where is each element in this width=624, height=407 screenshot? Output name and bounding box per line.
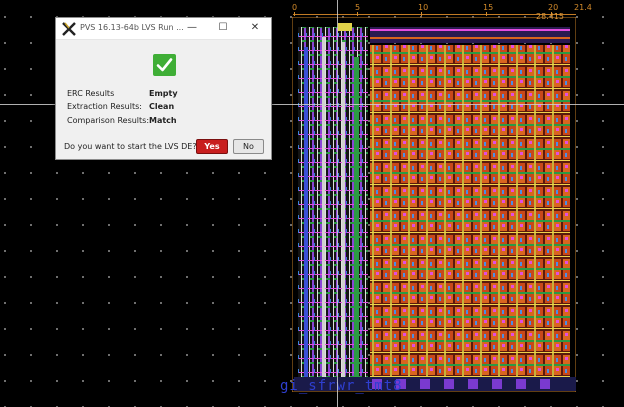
crosshair-vertical — [337, 0, 338, 407]
ruler-label: 10 — [418, 3, 429, 12]
yes-button[interactable]: Yes — [196, 139, 228, 154]
ruler-tick — [421, 12, 422, 16]
minimize-button[interactable]: — — [185, 22, 199, 34]
ruler-tick — [294, 12, 295, 16]
ruler-tick — [486, 12, 487, 16]
ruler-label: 5 — [355, 3, 361, 12]
success-check-icon — [153, 54, 176, 76]
start-debug-question: Do you want to start the LVS DE? — [64, 142, 197, 151]
layout-view[interactable] — [292, 17, 576, 392]
erc-results-value: Empty — [149, 89, 178, 98]
ruler-label: 15 — [483, 3, 494, 12]
lvs-result-dialog[interactable]: PVS 16.13-64b LVS Run ... — ☐ ✕ ERC Resu… — [55, 17, 272, 160]
dialog-titlebar[interactable]: PVS 16.13-64b LVS Run ... — ☐ ✕ — [56, 18, 271, 40]
ruler-line — [293, 14, 576, 15]
no-button[interactable]: No — [233, 139, 264, 154]
ruler-label: 21.4 — [574, 3, 592, 12]
erc-results-label: ERC Results — [67, 89, 115, 98]
comparison-results-value: Match — [149, 116, 177, 125]
ruler-label: 20 — [548, 3, 559, 12]
comparison-results-label: Comparison Results: — [67, 116, 150, 125]
extraction-results-value: Clean — [149, 102, 175, 111]
layout-label: gi_sfrwr_tmt8 — [280, 378, 403, 394]
pvs-logo-icon — [62, 21, 76, 36]
ruler-tick — [357, 12, 358, 16]
ruler-label: 0 — [292, 3, 298, 12]
extraction-results-label: Extraction Results: — [67, 102, 142, 111]
dialog-title: PVS 16.13-64b LVS Run ... — [80, 23, 184, 32]
maximize-button[interactable]: ☐ — [216, 22, 230, 34]
close-button[interactable]: ✕ — [248, 22, 262, 34]
